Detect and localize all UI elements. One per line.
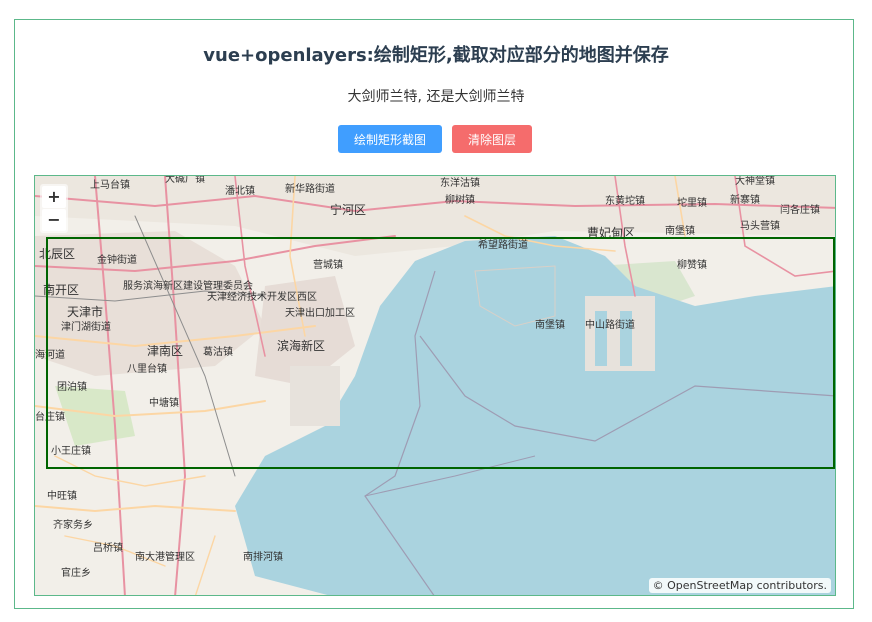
zoom-out-button[interactable]: − (42, 209, 66, 231)
map-label: 小王庄镇 (51, 444, 91, 457)
map-label: 天津出口加工区 (285, 306, 355, 319)
map-label: 天津市 (67, 304, 103, 319)
map-label: 马头营镇 (740, 219, 780, 232)
map-label: 南开区 (43, 282, 79, 297)
map-label: 中山路街道 (585, 318, 635, 331)
tianjin-port (290, 366, 340, 426)
map-label: 津南区 (147, 343, 183, 358)
clear-layer-button[interactable]: 清除图层 (452, 125, 532, 153)
map-label: 金钟街道 (97, 253, 137, 266)
map-label: 团泊镇 (57, 380, 87, 393)
map-label: 吕桥镇 (93, 541, 123, 554)
map-label: 海河道 (35, 348, 65, 361)
map-label: 天津经济技术开发区西区 (207, 290, 317, 303)
map-label: 滨海新区 (277, 338, 325, 353)
zoom-control: + − (40, 184, 68, 233)
map-label: 闫各庄镇 (780, 203, 820, 216)
map-label: 潘北镇 (225, 184, 255, 197)
map-label: 八里台镇 (127, 362, 167, 375)
map-label: 南排河镇 (243, 550, 283, 563)
map-label: 宁河区 (330, 202, 366, 217)
map-label: 新寨镇 (730, 193, 760, 206)
map-label: 大碱厂镇 (165, 176, 205, 185)
map-label: 南堡镇 (535, 318, 565, 331)
map-label: 大神堂镇 (735, 176, 775, 187)
map-label: 北辰区 (39, 247, 75, 261)
map-attribution[interactable]: © OpenStreetMap contributors. (648, 578, 831, 593)
map-label: 柳树镇 (445, 193, 475, 206)
map-label: 台庄镇 (35, 410, 65, 423)
map-label: 中旺镇 (47, 489, 77, 502)
page-subtitle: 大剑师兰特, 还是大剑师兰特 (347, 89, 525, 105)
map-label: 上马台镇 (90, 178, 130, 191)
map-label: 营城镇 (313, 258, 343, 271)
draw-rectangle-button[interactable]: 绘制矩形截图 (338, 125, 442, 153)
map-label: 南堡镇 (665, 224, 695, 237)
map-canvas[interactable]: 上马台镇 大碱厂镇 潘北镇 新华路街道 东洋沽镇 柳树镇 大神堂镇 宁河区 东黄… (35, 176, 836, 596)
map-label: 南大港管理区 (135, 550, 195, 563)
map-label: 葛沽镇 (203, 345, 233, 358)
map-label: 齐家务乡 (53, 518, 93, 531)
map-label: 官庄乡 (61, 566, 91, 579)
map-label: 中塘镇 (149, 396, 179, 409)
page-title: vue+openlayers:绘制矩形,截取对应部分的地图并保存 (203, 45, 669, 66)
map-view[interactable]: 上马台镇 大碱厂镇 潘北镇 新华路街道 东洋沽镇 柳树镇 大神堂镇 宁河区 东黄… (34, 175, 836, 596)
map-label: 东黄坨镇 (605, 194, 645, 207)
zoom-in-button[interactable]: + (42, 186, 66, 208)
map-label: 津门湖街道 (61, 320, 111, 333)
map-label: 柳赞镇 (677, 258, 707, 271)
map-label: 服务滨海新区建设管理委员会 (123, 279, 253, 292)
map-label: 新华路街道 (285, 182, 335, 195)
map-label: 东洋沽镇 (440, 176, 480, 189)
map-label: 坨里镇 (677, 196, 707, 209)
map-label: 希望路街道 (478, 238, 528, 251)
